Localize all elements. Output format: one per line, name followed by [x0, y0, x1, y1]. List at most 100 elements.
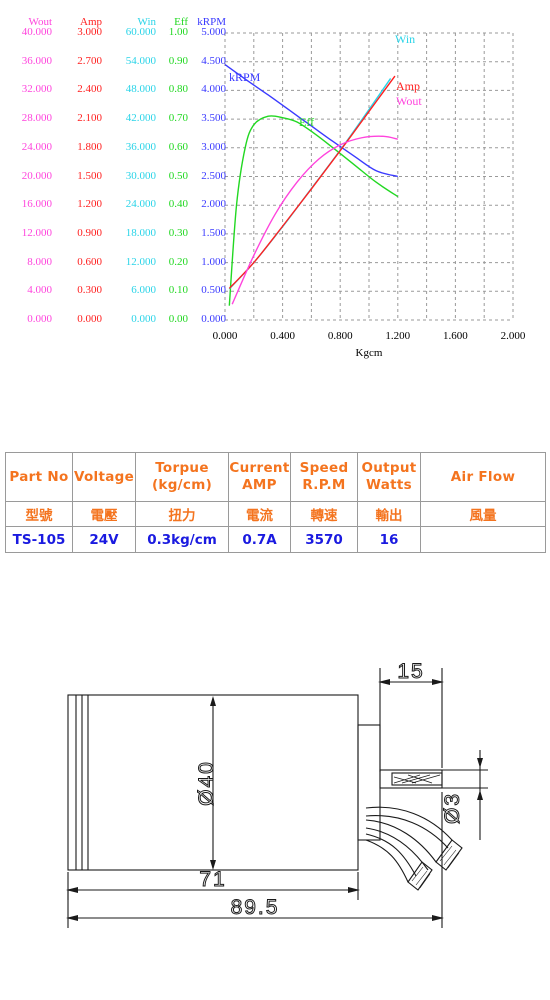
axis-tick-wout-1: 36.000 [21, 54, 52, 67]
axis-tick-win-1: 54.000 [125, 54, 156, 67]
dim-text-shaft-length: 15 [397, 660, 424, 683]
header-speed: Speed R.P.M [290, 452, 358, 502]
axis-tick-eff-1: 0.90 [168, 54, 188, 67]
header-output: Output Watts [357, 452, 421, 502]
axis-tick-krpm-2: 4.000 [201, 83, 226, 96]
dim-text-body-diameter: Ø40 [195, 760, 218, 806]
axis-tick-win-8: 12.000 [125, 255, 156, 268]
series-label-eff: Eff [299, 115, 315, 129]
axis-tick-krpm-3: 3.500 [201, 112, 226, 125]
header-part-no-line1: Part No [9, 468, 69, 485]
header-torque-line1: Torpue [155, 460, 209, 476]
series-label-krpm: kRPM [229, 70, 261, 84]
axis-tick-amp-1: 2.700 [77, 54, 102, 67]
wire-terminal-2 [407, 861, 433, 891]
header-voltage: Voltage [72, 452, 136, 502]
header-torque: Torpue (kg/cm) [135, 452, 229, 502]
axis-tick-amp-6: 1.200 [77, 198, 102, 211]
header-current-line1: Current [229, 460, 290, 476]
x-tick-4: 1.600 [443, 330, 468, 342]
header-output-line2: Watts [366, 477, 412, 493]
header-cn-speed: 轉速 [290, 501, 358, 527]
axis-tick-eff-2: 0.80 [168, 83, 188, 96]
dim-text-body-length: 71 [199, 868, 226, 891]
x-tick-3: 1.200 [385, 330, 411, 342]
axis-tick-krpm-7: 1.500 [201, 226, 226, 239]
axis-tick-eff-10: 0.00 [168, 313, 188, 325]
axis-tick-win-5: 30.000 [125, 169, 156, 182]
x-axis-title: Kgcm [355, 347, 383, 359]
header-cn-output: 輸出 [357, 501, 421, 527]
axis-tick-amp-10: 0.000 [77, 313, 102, 325]
axis-tick-wout-3: 28.000 [21, 112, 52, 125]
value-speed: 3570 [290, 526, 358, 553]
axis-tick-wout-0: 40.000 [21, 26, 52, 38]
table-row-values: TS-105 24V 0.3kg/cm 0.7A 3570 16 [5, 526, 546, 553]
axis-tick-krpm-6: 2.000 [201, 198, 226, 211]
value-current: 0.7A [228, 526, 291, 553]
x-tick-5: 2.000 [500, 330, 526, 342]
header-torque-line2: (kg/cm) [151, 477, 213, 493]
axis-tick-wout-8: 8.000 [27, 255, 52, 268]
value-part-no: TS-105 [5, 526, 73, 553]
dim-text-total-length: 89.5 [231, 896, 280, 919]
axis-tick-wout-2: 32.000 [21, 83, 52, 96]
header-part-no: Part No [5, 452, 73, 502]
x-tick-0: 0.000 [212, 330, 238, 342]
shaft-hatch [393, 774, 441, 784]
axis-tick-amp-8: 0.600 [77, 255, 102, 268]
header-air-flow: Air Flow [420, 452, 546, 502]
axis-tick-wout-6: 16.000 [21, 198, 52, 211]
axis-tick-amp-2: 2.400 [77, 83, 102, 96]
axis-tick-amp-7: 0.900 [77, 226, 102, 239]
header-voltage-line1: Voltage [73, 468, 135, 485]
axis-tick-amp-9: 0.300 [77, 284, 102, 297]
axis-tick-wout-7: 12.000 [21, 226, 52, 239]
axis-tick-eff-8: 0.20 [168, 255, 188, 268]
header-cn-voltage: 電壓 [72, 501, 136, 527]
axis-tick-win-0: 60.000 [125, 26, 156, 38]
mechanical-drawing: 71 89.5 15 Ø40 Ø3 [0, 640, 550, 940]
table-row-headers-en: Part No Voltage Torpue (kg/cm) Current A… [5, 452, 546, 502]
axis-tick-eff-4: 0.60 [168, 140, 188, 153]
axis-tick-eff-0: 1.00 [168, 26, 188, 38]
curve-wout [231, 135, 398, 305]
value-output: 16 [357, 526, 421, 553]
series-label-wout: Wout [396, 94, 422, 108]
axis-tick-krpm-8: 1.000 [201, 255, 226, 268]
dim-shaft-15 [378, 668, 444, 772]
axis-tick-wout-10: 0.000 [27, 313, 52, 325]
header-current-line2: AMP [242, 477, 277, 493]
front-flange [357, 724, 381, 841]
axis-tick-krpm-9: 0.500 [201, 284, 226, 297]
axis-tick-krpm-5: 2.500 [201, 169, 226, 182]
axis-tick-wout-4: 24.000 [21, 140, 52, 153]
axis-tick-amp-5: 1.500 [77, 169, 102, 182]
series-label-win: Win [395, 32, 416, 46]
header-speed-line1: Speed [299, 460, 349, 476]
axis-tick-win-10: 0.000 [131, 313, 156, 325]
axis-tick-win-4: 36.000 [125, 140, 156, 153]
axis-tick-eff-5: 0.50 [168, 169, 188, 182]
header-cn-current: 電流 [228, 501, 291, 527]
value-air-flow [420, 526, 546, 553]
axis-tick-win-9: 6.000 [131, 284, 156, 297]
dim-text-shaft-diameter: Ø3 [441, 792, 464, 824]
header-cn-part-no: 型號 [5, 501, 73, 527]
motor-wires [365, 806, 453, 883]
axis-tick-eff-9: 0.10 [168, 284, 188, 297]
axis-tick-krpm-1: 4.500 [201, 54, 226, 67]
wire-terminal-1 [435, 839, 463, 871]
axis-tick-win-6: 24.000 [125, 198, 156, 211]
header-cn-torque: 扭力 [135, 501, 229, 527]
table-row-headers-cn: 型號 電壓 扭力 電流 轉速 輸出 風量 [5, 501, 546, 527]
performance-chart: Wout Amp Win Eff kRPM 40.000 36.000 32.000… [0, 0, 550, 380]
axis-tick-amp-0: 3.000 [77, 26, 102, 38]
axis-tick-win-2: 48.000 [125, 83, 156, 96]
value-torque: 0.3kg/cm [135, 526, 229, 553]
specification-table: Part No Voltage Torpue (kg/cm) Current A… [5, 452, 546, 553]
header-speed-line2: R.P.M [302, 477, 346, 493]
axis-tick-krpm-4: 3.000 [201, 140, 226, 153]
axis-tick-amp-3: 2.100 [77, 112, 102, 125]
header-output-line1: Output [361, 460, 417, 476]
